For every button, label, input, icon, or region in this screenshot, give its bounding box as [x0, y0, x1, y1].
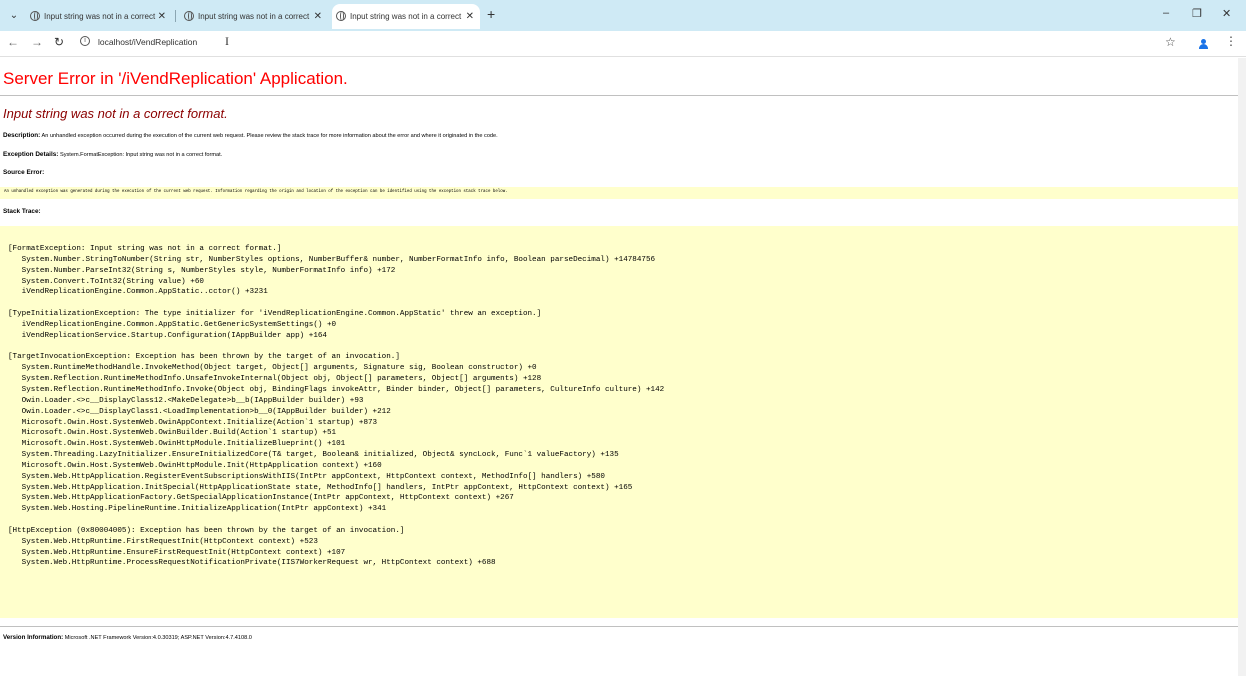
page-scrollbar[interactable] [1238, 58, 1246, 676]
address-bar[interactable]: localhost/iVendReplication [98, 37, 197, 47]
tab-1[interactable]: Input string was not in a correct ✕ [26, 4, 172, 29]
version-label: Version Information: [3, 634, 64, 641]
exception-label: Exception Details: [3, 151, 59, 158]
version-info-line: Version Information: Microsoft .NET Fram… [3, 634, 252, 641]
site-info-icon[interactable]: i [80, 36, 90, 46]
error-page: Server Error in '/iVendReplication' Appl… [0, 58, 1246, 676]
stack-trace-label: Stack Trace: [3, 208, 41, 215]
tab-3-active[interactable]: Input string was not in a correct ✕ [332, 4, 480, 29]
description-label: Description: [3, 132, 41, 139]
exception-details-line: Exception Details: System.FormatExceptio… [3, 151, 222, 158]
tab-2[interactable]: Input string was not in a correct ✕ [180, 4, 328, 29]
forward-button[interactable]: → [31, 35, 43, 49]
version-text: Microsoft .NET Framework Version:4.0.303… [64, 635, 252, 641]
divider [0, 626, 1238, 627]
browser-toolbar: ← → ↻ i localhost/iVendReplication I ☆ ⋮ [0, 31, 1246, 57]
source-error-heading: Source Error: [3, 169, 44, 176]
tab-strip: ⌄ Input string was not in a correct ✕ In… [0, 0, 1246, 31]
source-error-label: Source Error: [3, 169, 45, 176]
close-tab-icon[interactable]: ✕ [466, 4, 474, 29]
tab-title: Input string was not in a correct [44, 12, 156, 21]
page-title: Server Error in '/iVendReplication' Appl… [3, 69, 348, 88]
tab-title: Input string was not in a correct [198, 12, 310, 21]
tab-search-icon[interactable]: ⌄ [6, 8, 22, 24]
source-error-box: An unhandled exception was generated dur… [0, 187, 1238, 199]
new-tab-button[interactable]: + [487, 6, 495, 22]
error-heading: Input string was not in a correct format… [3, 106, 228, 121]
stack-trace-box: [FormatException: Input string was not i… [0, 226, 1238, 618]
globe-icon [184, 11, 194, 21]
description-text: An unhandled exception occurred during t… [41, 133, 498, 139]
tab-title: Input string was not in a correct [350, 12, 462, 21]
globe-icon [336, 11, 346, 21]
text-cursor-icon: I [225, 34, 229, 48]
bookmark-star-icon[interactable]: ☆ [1165, 35, 1176, 49]
source-error-text: An unhandled exception was generated dur… [4, 190, 508, 194]
stack-trace-heading: Stack Trace: [3, 208, 41, 215]
close-window-button[interactable]: ✕ [1222, 7, 1231, 20]
divider [0, 95, 1238, 96]
globe-icon [30, 11, 40, 21]
close-tab-icon[interactable]: ✕ [158, 4, 166, 29]
close-tab-icon[interactable]: ✕ [314, 4, 322, 29]
profile-icon[interactable] [1198, 39, 1208, 49]
back-button[interactable]: ← [7, 35, 19, 49]
tab-divider [175, 10, 176, 22]
stack-trace-text: [FormatException: Input string was not i… [8, 245, 665, 568]
exception-text: System.FormatException: Input string was… [59, 152, 223, 158]
browser-menu-icon[interactable]: ⋮ [1225, 34, 1237, 48]
minimize-button[interactable]: – [1163, 7, 1169, 19]
reload-button[interactable]: ↻ [54, 35, 64, 49]
restore-button[interactable]: ❐ [1192, 7, 1202, 20]
description-line: Description: An unhandled exception occu… [3, 132, 498, 139]
